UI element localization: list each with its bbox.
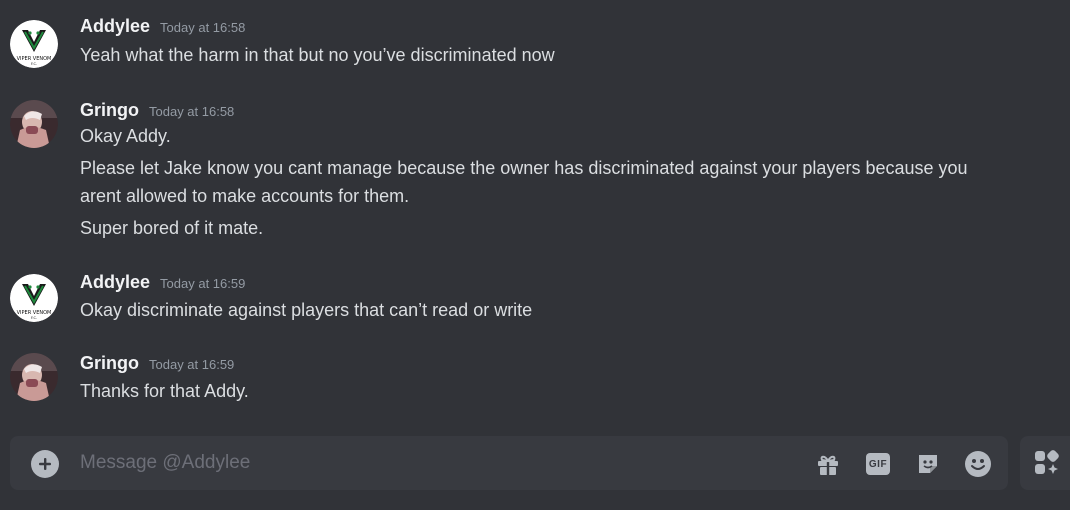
timestamp[interactable]: Today at 16:58: [160, 20, 245, 35]
viper-logo-icon: VIPER VENOM F.C.: [10, 274, 58, 322]
message-header: Gringo Today at 16:59: [80, 353, 234, 377]
message-group: Gringo Today at 16:58 Okay Addy. Please …: [0, 100, 1070, 245]
emoji-icon: [965, 451, 991, 477]
message-input[interactable]: [80, 450, 780, 476]
gift-icon: [818, 455, 838, 475]
apps-button[interactable]: [1032, 448, 1062, 478]
avatar[interactable]: VIPER VENOM F.C.: [10, 20, 58, 68]
user-photo-icon: [10, 100, 58, 148]
message-text: Please let Jake know you cant manage bec…: [80, 158, 968, 178]
timestamp[interactable]: Today at 16:59: [160, 276, 245, 291]
apps-panel: [1020, 436, 1070, 490]
avatar[interactable]: VIPER VENOM F.C.: [10, 274, 58, 322]
message-text: Thanks for that Addy.: [80, 381, 249, 401]
message-header: Gringo Today at 16:58: [80, 100, 234, 124]
sticker-icon: [919, 455, 937, 473]
message-group: VIPER VENOM F.C. Addylee Today at 16:58 …: [0, 16, 1070, 76]
timestamp[interactable]: Today at 16:59: [149, 357, 234, 372]
svg-text:F.C.: F.C.: [31, 62, 37, 66]
message-header: Addylee Today at 16:58: [80, 16, 245, 40]
add-icon: [39, 458, 51, 470]
gif-button[interactable]: GIF: [863, 449, 893, 479]
message-composer: GIF: [10, 436, 1008, 490]
username[interactable]: Gringo: [80, 353, 139, 374]
username[interactable]: Addylee: [80, 272, 150, 293]
emoji-button[interactable]: [963, 449, 993, 479]
message-text: Okay discriminate against players that c…: [80, 300, 533, 320]
gift-button[interactable]: [813, 449, 843, 479]
username[interactable]: Gringo: [80, 100, 139, 121]
message-text: Yeah what the harm in that but no you’ve…: [80, 45, 555, 65]
message-text: Okay Addy.: [80, 126, 171, 146]
apps-icon: [1035, 450, 1059, 474]
avatar[interactable]: [10, 100, 58, 148]
svg-text:F.C.: F.C.: [31, 316, 37, 320]
message-group: Gringo Today at 16:59 Thanks for that Ad…: [0, 353, 1070, 413]
message-text: Super bored of it mate.: [80, 218, 264, 238]
user-photo-icon: [10, 353, 58, 401]
viper-logo-icon: VIPER VENOM F.C.: [10, 20, 58, 68]
timestamp[interactable]: Today at 16:58: [149, 104, 234, 119]
sticker-button[interactable]: [913, 449, 943, 479]
add-attachment-button[interactable]: [31, 450, 59, 478]
avatar[interactable]: [10, 353, 58, 401]
message-group: VIPER VENOM F.C. Addylee Today at 16:59 …: [0, 272, 1070, 332]
message-header: Addylee Today at 16:59: [80, 272, 245, 296]
username[interactable]: Addylee: [80, 16, 150, 37]
message-text: arent allowed to make accounts for them.: [80, 186, 410, 206]
gif-icon: GIF: [866, 453, 890, 475]
chat-messages: VIPER VENOM F.C. Addylee Today at 16:58 …: [0, 0, 1070, 430]
